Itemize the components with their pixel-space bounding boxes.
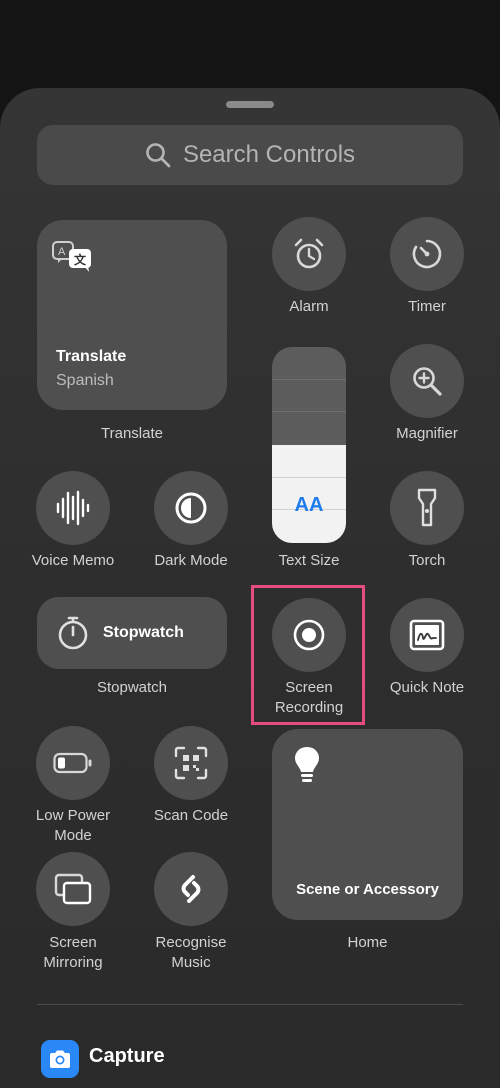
stopwatch-label: Stopwatch <box>96 679 168 696</box>
magnifier-label: Magnifier <box>396 425 458 442</box>
stopwatch-icon <box>58 616 88 650</box>
search-placeholder: Search Controls <box>182 141 356 168</box>
text-size-glyph: AA <box>294 494 324 516</box>
alarm-control[interactable] <box>272 217 346 291</box>
screen-mirroring-label-line2: Mirroring <box>43 954 103 971</box>
timer-control[interactable] <box>390 217 464 291</box>
waveform-icon <box>56 490 90 526</box>
voice-memo-label: Voice Memo <box>31 552 115 569</box>
translate-language: Spanish <box>56 372 114 389</box>
translate-icon: A 文 <box>52 241 91 272</box>
low-power-mode-label: Low Power Mode <box>23 806 123 846</box>
screen-mirroring-control[interactable] <box>36 852 110 926</box>
shazam-icon <box>181 875 201 903</box>
alarm-label: Alarm <box>289 298 329 315</box>
torch-control[interactable] <box>390 471 464 545</box>
recognise-music-label-line1: Recognise <box>155 934 227 951</box>
voice-memo-control[interactable] <box>36 471 110 545</box>
text-size-step-line <box>272 379 346 380</box>
text-size-label: Text Size <box>278 552 340 569</box>
text-size-step-line <box>272 411 346 412</box>
capture-section-title: Capture <box>89 1045 165 1067</box>
recognise-music-label: Recognise Music <box>136 933 246 973</box>
flashlight-icon <box>417 488 437 527</box>
search-icon <box>146 143 171 168</box>
alarm-clock-icon <box>294 238 324 269</box>
capture-section-icon <box>41 1040 79 1078</box>
timer-label: Timer <box>408 298 446 315</box>
recognise-music-label-line2: Music <box>171 954 211 971</box>
quick-note-label: Quick Note <box>389 679 465 696</box>
svg-text:文: 文 <box>74 252 87 267</box>
magnifier-icon <box>413 367 442 396</box>
text-size-step-line <box>272 477 346 478</box>
home-scene-title: Scene or Accessory <box>296 881 439 898</box>
magnifier-control[interactable] <box>390 344 464 418</box>
scan-code-label: Scan Code <box>153 807 229 824</box>
text-size-icon: AA <box>272 494 346 517</box>
camera-icon <box>50 1050 70 1068</box>
screen-mirroring-label-line1: Screen <box>49 934 97 951</box>
home-scene-control[interactable]: Scene or Accessory <box>272 729 463 920</box>
dark-mode-label: Dark Mode <box>154 552 228 569</box>
stopwatch-control[interactable]: Stopwatch <box>37 597 227 669</box>
svg-text:A: A <box>58 246 66 258</box>
quick-note-control[interactable] <box>390 598 464 672</box>
text-size-slider[interactable]: AA <box>272 347 346 543</box>
stopwatch-title: Stopwatch <box>103 624 184 641</box>
low-power-mode-control[interactable] <box>36 726 110 800</box>
scan-code-control[interactable] <box>154 726 228 800</box>
translate-title: Translate <box>56 348 127 365</box>
dark-mode-control[interactable] <box>154 471 228 545</box>
home-label: Home <box>347 934 388 951</box>
qr-code-icon <box>174 746 208 780</box>
section-divider <box>37 1004 463 1005</box>
translate-control[interactable]: A 文 Translate Spanish <box>37 220 227 410</box>
low-power-label-line2: Mode <box>54 827 92 844</box>
translate-label: Translate <box>101 425 163 442</box>
screen-mirroring-icon <box>54 873 92 905</box>
torch-label: Torch <box>408 552 446 569</box>
recognise-music-control[interactable] <box>154 852 228 926</box>
sheet-grabber[interactable] <box>226 101 274 108</box>
timer-icon <box>412 239 442 269</box>
search-controls-field[interactable]: Search Controls <box>37 125 463 185</box>
screen-mirroring-label: Screen Mirroring <box>23 933 123 973</box>
quick-note-icon <box>409 619 445 651</box>
dark-mode-icon <box>175 492 207 524</box>
lightbulb-icon <box>295 747 319 782</box>
low-power-label-line1: Low Power <box>35 807 111 824</box>
battery-icon <box>53 752 92 774</box>
highlight-box <box>251 585 365 725</box>
